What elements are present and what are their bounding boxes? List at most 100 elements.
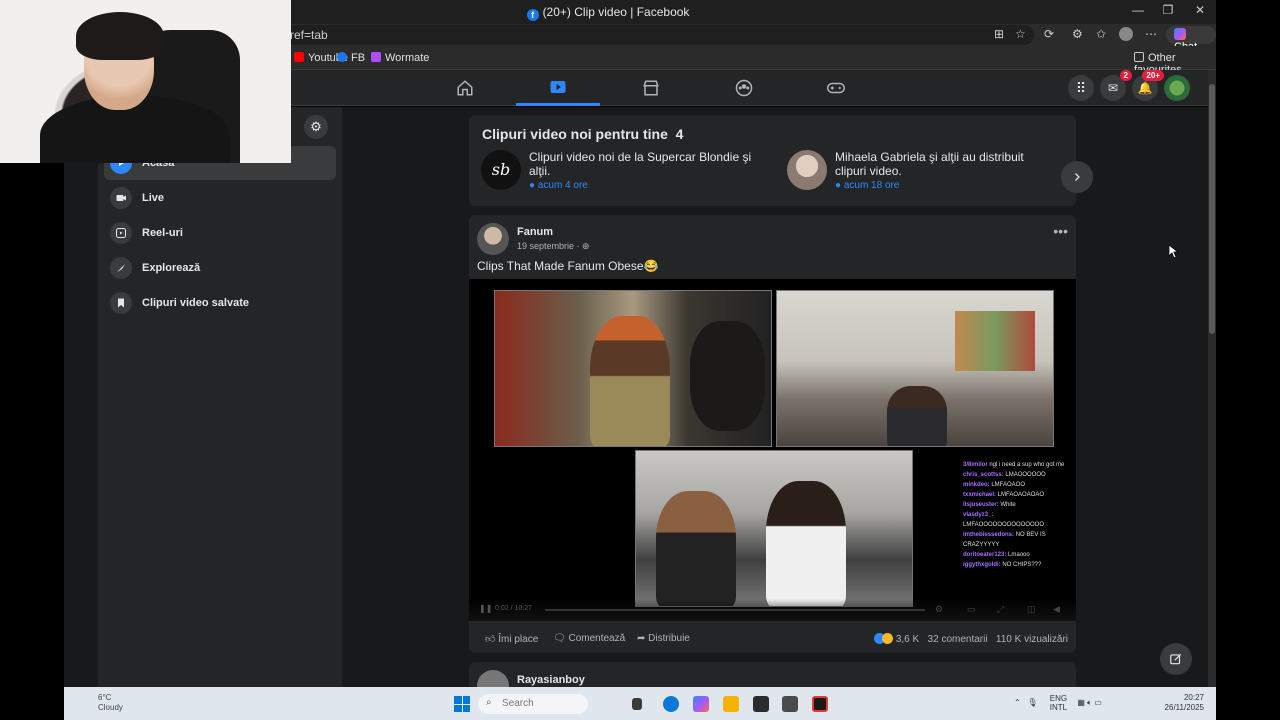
captions-icon[interactable]: ▭ [967, 604, 976, 615]
grid-menu-icon: ⠿ [1075, 79, 1087, 96]
address-bar[interactable]: ref=tab [278, 25, 1034, 45]
settings-button[interactable]: ⚙ [304, 115, 328, 139]
more-options-icon[interactable]: ••• [1053, 223, 1068, 239]
app-available-icon[interactable]: ⊞ [994, 27, 1004, 41]
clock-date: 26/11/2025 [1164, 703, 1204, 712]
copilot-chat-button[interactable]: Chat [1166, 26, 1216, 53]
next-button[interactable] [1061, 161, 1093, 193]
author-avatar[interactable] [477, 223, 509, 255]
sidebar-item-live[interactable]: Live [104, 181, 336, 215]
post-date: 19 septembrie · ⊕ [517, 241, 590, 252]
new-video-text: Clipuri video noi de la Supercar Blondie… [529, 150, 752, 178]
streamer-figure [887, 386, 947, 446]
favorites-icon[interactable]: ✩ [1096, 27, 1106, 41]
share-button[interactable]: ➦ Distribuie [637, 633, 690, 644]
video-page: ⚙ Acasă Live Reel-uri Explorează Clipuri… [64, 107, 1208, 702]
task-view-icon[interactable] [632, 698, 642, 710]
volume-tray-icon[interactable]: 🔈︎ [1087, 698, 1092, 707]
copilot-taskbar-icon[interactable] [693, 696, 709, 712]
battery-icon[interactable]: ▭ [1094, 698, 1102, 707]
messenger-button[interactable]: ✉ 2 [1100, 70, 1132, 101]
comment-button[interactable]: 🗨︎ Comentează [553, 633, 625, 644]
comment-count[interactable]: 32 comentarii [928, 634, 988, 645]
search-placeholder: Search [502, 698, 534, 709]
fullscreen-icon[interactable]: ⤢ [997, 604, 1004, 615]
minimize-button[interactable]: — [1128, 3, 1148, 17]
video-progress-bar[interactable] [545, 609, 925, 611]
clock[interactable]: 20:27 26/11/2025 [1165, 693, 1204, 713]
close-window-button[interactable]: ✕ [1190, 3, 1210, 17]
messenger-icon: ✉ [1107, 81, 1119, 95]
new-video-time: ● acum 4 ore [529, 180, 588, 191]
chevron-up-icon[interactable]: ⌃ [1014, 698, 1021, 707]
chat-username: doritoeater123: [963, 552, 1009, 558]
groups-icon [735, 79, 753, 97]
extensions-icon[interactable]: ⚙ [1072, 27, 1083, 41]
folder-icon [1134, 52, 1144, 62]
lang-line2: INTL [1049, 703, 1068, 712]
volume-icon[interactable]: ◀ [1053, 604, 1060, 615]
profile-avatar[interactable] [1119, 27, 1133, 41]
person-figure [656, 491, 736, 606]
more-menu-icon[interactable]: ⋯ [1145, 27, 1157, 41]
weather-widget[interactable]: 6°C Cloudy [78, 693, 123, 713]
post-author[interactable]: Rayasianboy [517, 674, 585, 686]
video-panel [776, 290, 1054, 447]
pause-icon[interactable]: ❚❚ [479, 604, 492, 613]
bookmark-fb[interactable]: FB [337, 52, 365, 64]
sidebar-item-reels[interactable]: Reel-uri [104, 216, 336, 250]
sidebar-item-explore[interactable]: Explorează [104, 251, 336, 285]
sidebar-item-label: Explorează [142, 262, 201, 274]
new-video-item[interactable]: sb Clipuri video noi de la Supercar Blon… [481, 150, 761, 194]
scrollbar-thumb[interactable] [1209, 84, 1215, 334]
mic-icon[interactable]: 🎙︎ [1027, 698, 1037, 707]
weather-desc: Cloudy [98, 703, 123, 712]
post-author[interactable]: Fanum [517, 226, 553, 238]
reaction-count[interactable]: 3,6 K [896, 634, 919, 645]
like-button[interactable]: 👍︎ Îmi place [485, 633, 538, 645]
search-icon: ⌕ [486, 697, 492, 708]
chat-username: iggythxgoldi: [963, 562, 1003, 568]
tab-home[interactable] [423, 70, 507, 106]
new-message-button[interactable] [1160, 643, 1192, 675]
chat-username: txxmichael: [963, 492, 998, 498]
settings-icon[interactable]: ⚙ [935, 604, 943, 615]
bookmark-wormate[interactable]: Wormate [371, 52, 429, 64]
refresh-extension-icon[interactable]: ⟳ [1044, 27, 1054, 41]
windows-start-icon[interactable] [454, 696, 470, 712]
edge-icon[interactable] [663, 696, 679, 712]
tab-video[interactable] [516, 70, 600, 106]
chat-line: chris_scottss: LMAOOOOOO [963, 470, 1076, 480]
app-icon[interactable] [782, 696, 798, 712]
sidebar-item-label: Live [142, 192, 165, 204]
chat-username: imthebiessedons: [963, 532, 1016, 538]
network-icon[interactable]: ▦ [1077, 698, 1085, 707]
chat-line: imthebiessedons: NO BEV IS CRAZYYYYY [963, 530, 1076, 550]
sidebar-item-saved[interactable]: Clipuri video salvate [104, 286, 336, 320]
new-videos-count: 4 [675, 126, 684, 142]
notifications-button[interactable]: 🔔 20+ [1132, 70, 1164, 101]
maximize-button[interactable]: ❐ [1158, 3, 1178, 17]
new-video-item[interactable]: Mihaela Gabriela şi alţii au distribuit … [787, 150, 1057, 194]
adobe-app-icon[interactable] [812, 696, 828, 712]
tab-marketplace[interactable] [609, 70, 693, 106]
lion-poster [690, 321, 765, 431]
supercar-blondie-avatar: sb [481, 150, 521, 190]
pip-icon[interactable]: ◫ [1027, 604, 1036, 615]
page-scrollbar[interactable] [1208, 70, 1216, 687]
tab-groups[interactable] [702, 70, 786, 106]
taskbar-search[interactable]: ⌕ Search [478, 694, 588, 714]
share-label: Distribuie [648, 633, 690, 644]
globe-icon: ⊕ [582, 241, 590, 251]
account-avatar[interactable] [1164, 75, 1190, 101]
new-video-time: ● acum 18 ore [835, 180, 900, 191]
app-icon[interactable] [753, 696, 769, 712]
video-controls[interactable]: ❚❚ 0:02 / 10:27 ⚙ ▭ ⤢ ◫ ◀ [469, 599, 1076, 621]
menu-button[interactable]: ⠿ [1068, 75, 1094, 101]
tab-gaming[interactable] [794, 70, 878, 106]
video-player[interactable]: 3/8imilor ngl i need a sup who got me chr… [469, 279, 1076, 621]
file-explorer-icon[interactable] [723, 696, 739, 712]
post-stats: 3,6 K 32 comentarii 110 K vizualizări [874, 633, 1068, 645]
favorite-star-icon[interactable]: ☆ [1015, 27, 1026, 41]
language-indicator[interactable]: ENG INTL [1050, 694, 1067, 712]
